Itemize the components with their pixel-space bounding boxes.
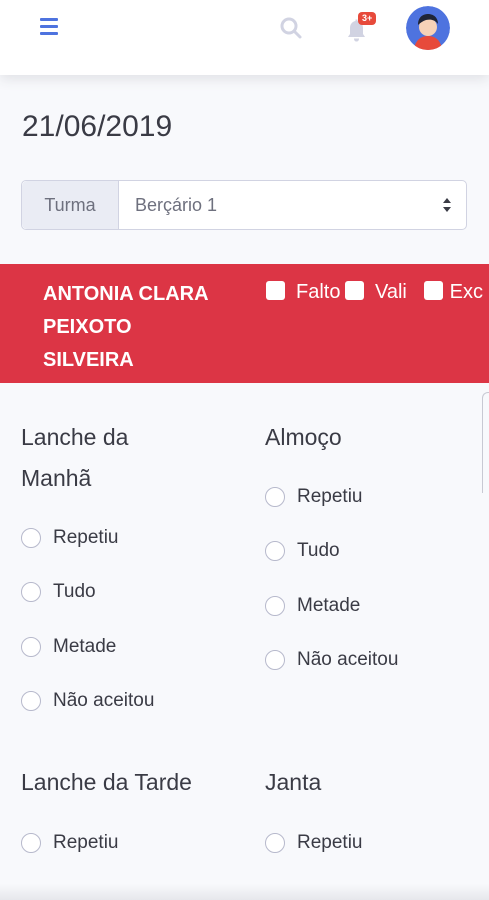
notifications-button[interactable]: 3+ [342,12,382,44]
faltou-checkbox[interactable] [266,281,285,300]
notification-badge: 3+ [358,12,377,25]
radio-button[interactable] [21,582,41,602]
user-avatar-icon[interactable] [406,6,450,50]
student-header: ANTONIA CLARA PEIXOTO SILVEIRA [0,264,489,383]
top-navbar: 3+ [0,0,489,75]
option-label: Não aceitou [297,649,399,670]
turma-selected-value: Berçário 1 [135,195,218,215]
option-label: Repetiu [53,527,119,548]
radio-button[interactable] [265,833,285,853]
search-icon[interactable] [278,15,304,41]
student-name-line: SILVEIRA [43,349,134,371]
excluir-checkbox[interactable] [424,281,443,300]
option-label: Não aceitou [53,690,155,711]
option-label: Metade [297,595,361,616]
option-label: Repetiu [297,486,363,507]
student-name: ANTONIA CLARA PEIXOTO SILVEIRA [43,278,243,377]
option-label: Repetiu [53,832,119,853]
student-name-line: PEIXOTO [43,316,132,338]
radio-button[interactable] [265,650,285,670]
radio-button[interactable] [21,691,41,711]
radio-button[interactable] [21,833,41,853]
meal-title-line: Lanche da Tarde [21,769,192,795]
meal-title-line: Almoço [265,424,342,450]
option-label: Metade [53,636,117,657]
page-date: 21/06/2019 [22,110,173,143]
hamburger-menu-icon[interactable] [38,15,62,39]
option-label: Tudo [53,581,96,602]
radio-button[interactable] [265,596,285,616]
option-label: Tudo [297,540,340,561]
select-sort-icon [443,198,451,212]
meal-title-janta: Janta [265,762,321,803]
meal-title-line: Janta [265,769,322,795]
radio-button[interactable] [21,528,41,548]
validou-checkbox[interactable] [345,281,364,300]
meal-title-lanche-tarde: Lanche da Tarde [21,762,192,803]
meal-title-line: Manhã [21,465,92,491]
meal-title-almoco: Almoço [265,417,342,458]
turma-input-group: Turma Berçário 1 [21,180,467,230]
radio-button[interactable] [265,487,285,507]
checkbox-label-falto: Falto [296,281,341,303]
bottom-edge-shadow [0,884,489,900]
turma-select[interactable]: Berçário 1 [119,181,466,229]
meal-title-lanche-manha: Lanche da Manhã [21,417,128,499]
student-name-line: ANTONIA CLARA [43,283,209,305]
scroll-edge [482,392,489,493]
turma-label: Turma [22,181,119,229]
meal-title-line: Lanche da [21,424,129,450]
checkbox-label-validou: Vali [375,281,407,303]
radio-button[interactable] [265,541,285,561]
radio-button[interactable] [21,637,41,657]
option-label: Repetiu [297,832,363,853]
